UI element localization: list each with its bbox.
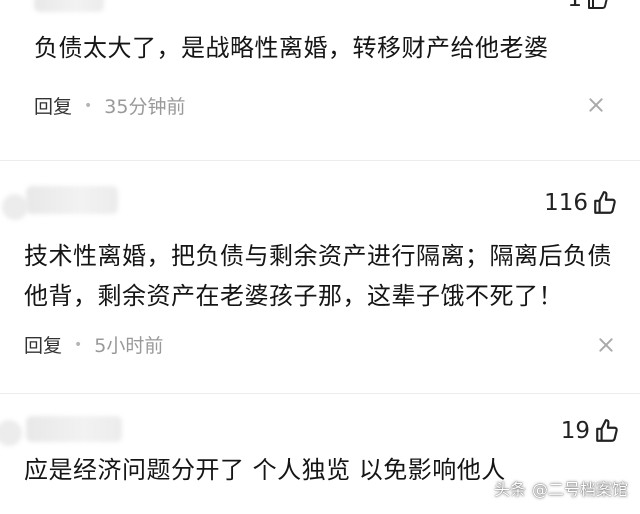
comment-meta: 回复 • 5小时前 [24,331,163,358]
commenter-name-blurred [26,186,118,214]
commenter-name-blurred [34,0,104,12]
comment-text: 负债太大了，是战略性离婚，转移财产给他老婆 [34,34,549,62]
like-button[interactable]: 116 [544,190,618,216]
comment-text: 应是经济问题分开了 个人独览 以免影响他人 [24,456,506,484]
comment-time: 5小时前 [94,335,164,357]
divider [0,160,640,161]
avatar-blurred [2,194,28,220]
watermark: 头条 @二号档案馆 [494,476,628,500]
comment-text: 技术性离婚，把负债与剩余资产进行隔离；隔离后负债 他背，剩余资产在老婆孩子那，这… [24,242,612,310]
reply-button[interactable]: 回复 [24,331,62,358]
thumbs-up-icon [596,419,618,442]
like-count: 116 [544,190,588,216]
avatar-blurred [0,420,22,446]
comment-2: 116 技术性离婚，把负债与剩余资产进行隔离；隔离后负债 他背，剩余资产在老婆孩… [0,168,640,380]
watermark-handle: @二号档案馆 [531,480,628,499]
close-icon[interactable] [599,338,613,352]
thumbs-up-icon [594,191,616,214]
like-count: 1 [567,0,582,12]
comment-1: 1 负债太大了，是战略性离婚，转移财产给他老婆 回复 • 35分钟前 [0,0,640,150]
like-button[interactable]: 19 [561,418,620,444]
thumbs-up-icon [588,0,608,9]
separator-dot: • [84,97,93,114]
divider [0,393,640,394]
like-button[interactable]: 1 [567,0,610,12]
reply-button[interactable]: 回复 [34,92,72,119]
comment-meta: 回复 • 35分钟前 [34,92,185,119]
close-icon[interactable] [589,98,603,112]
separator-dot: • [74,336,83,353]
watermark-brand: 头条 [493,480,526,499]
commenter-name-blurred [26,416,122,442]
comment-time: 35分钟前 [104,96,186,118]
like-count: 19 [560,418,590,444]
